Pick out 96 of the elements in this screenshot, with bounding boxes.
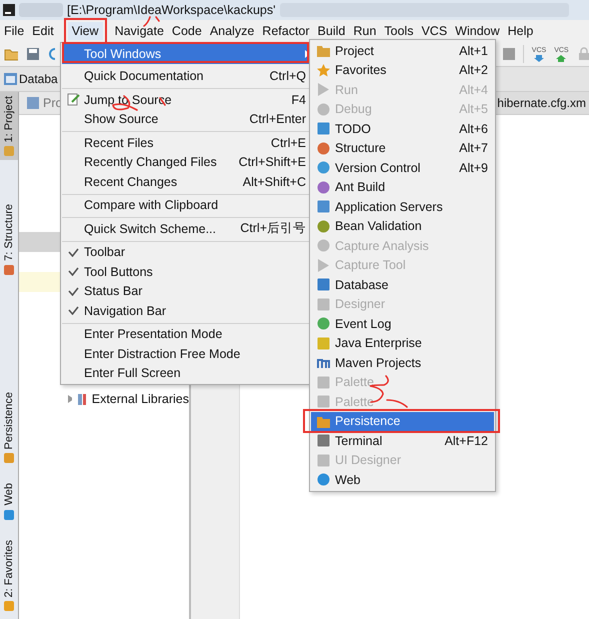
- menu-item[interactable]: Recent Changes Alt+Shift+C: [62, 172, 312, 192]
- tool-window-button[interactable]: 1: Project: [0, 92, 18, 160]
- triangle-icon: [316, 258, 330, 272]
- down-arrow-icon: [534, 54, 544, 62]
- tool-window-button[interactable]: 7: Structure: [0, 200, 18, 280]
- menu-item[interactable]: Favorites Alt+2: [311, 60, 494, 80]
- menu-bar-item[interactable]: Help: [504, 22, 538, 40]
- menu-bar-item[interactable]: Build: [314, 22, 350, 40]
- star-icon: [316, 64, 330, 77]
- circle-icon: [316, 239, 330, 252]
- menu-item[interactable]: Quick Documentation Ctrl+Q: [62, 66, 312, 86]
- menu-item[interactable]: Recent Files Ctrl+E: [62, 133, 312, 152]
- menu-item[interactable]: Maven Projects: [311, 353, 494, 372]
- menu-item[interactable]: Java Enterprise: [311, 334, 494, 353]
- app-icon: [3, 4, 15, 16]
- menu-item[interactable]: Event Log: [311, 314, 494, 334]
- up-arrow-icon: [556, 54, 566, 62]
- menu-item[interactable]: Enter Full Screen: [62, 364, 312, 383]
- circle-icon: [316, 161, 330, 174]
- square-icon: [316, 434, 330, 448]
- database-icon: [4, 73, 17, 85]
- circle-icon: [316, 142, 330, 155]
- stop-icon[interactable]: [502, 47, 515, 61]
- menu-bar-item[interactable]: Tools: [380, 22, 418, 40]
- square-icon: [316, 200, 330, 214]
- tree-item[interactable]: External Libraries: [19, 392, 189, 406]
- menu-item[interactable]: TODO Alt+6: [311, 119, 494, 138]
- square-icon: [4, 146, 14, 156]
- menu-item[interactable]: Enter Distraction Free Mode: [62, 344, 312, 364]
- window-title: [E:\Program\IdeaWorkspace\kackups': [67, 3, 276, 17]
- menu-item[interactable]: Tool Buttons: [62, 262, 312, 282]
- folder-icon[interactable]: [4, 47, 18, 61]
- checkmark-icon: [68, 267, 78, 276]
- square-icon: [4, 453, 14, 464]
- menu-item[interactable]: Database: [311, 275, 494, 294]
- square-icon: [4, 510, 14, 520]
- project-icon: [27, 97, 39, 109]
- menu-item[interactable]: Version Control Alt+9: [311, 158, 494, 178]
- menu-item[interactable]: Web: [311, 470, 494, 490]
- sync-icon[interactable]: [46, 47, 56, 61]
- handwritten-mark: [143, 16, 160, 27]
- checkmark-icon: [68, 248, 78, 257]
- menu-item[interactable]: Quick Switch Scheme... Ctrl+后引号: [62, 219, 312, 238]
- square-icon: [316, 298, 330, 311]
- circle-icon: [316, 473, 330, 486]
- lock-icon[interactable]: [576, 47, 589, 61]
- menu-item[interactable]: Status Bar: [62, 282, 312, 301]
- folder-icon: [316, 44, 330, 58]
- library-icon: [78, 393, 86, 405]
- menu-item[interactable]: Persistence: [311, 412, 494, 431]
- save-icon[interactable]: [26, 47, 39, 61]
- tool-window-button[interactable]: Web: [0, 479, 18, 524]
- circle-icon: [316, 180, 330, 194]
- circle-icon: [316, 317, 330, 330]
- menu-item[interactable]: Toolbar: [62, 242, 312, 262]
- checkmark-icon: [68, 306, 78, 316]
- checkmark-icon: [68, 286, 78, 296]
- navigation-crumb[interactable]: Databa: [4, 72, 58, 86]
- letter-m-icon: [316, 356, 330, 370]
- menu-bar-item[interactable]: View: [68, 22, 103, 40]
- square-icon: [4, 601, 14, 611]
- menu-item[interactable]: Compare with Clipboard: [62, 196, 312, 215]
- blurred-text: [19, 3, 63, 17]
- expand-arrow-icon[interactable]: [67, 395, 72, 403]
- circle-icon: [316, 102, 330, 116]
- menu-bar-item[interactable]: Code: [168, 22, 206, 40]
- tool-window-button[interactable]: Persistence: [0, 388, 18, 468]
- menu-bar-item[interactable]: Edit: [28, 22, 58, 40]
- tool-window-button[interactable]: 2: Favorites: [0, 536, 18, 615]
- square-icon: [316, 395, 330, 408]
- menu-bar-item[interactable]: Window: [451, 22, 504, 40]
- menu-item[interactable]: Structure Alt+7: [311, 138, 494, 158]
- square-icon: [316, 454, 330, 467]
- menu-bar-item[interactable]: Navigate: [110, 22, 168, 40]
- square-icon: [316, 376, 330, 389]
- menu-bar-item[interactable]: VCS: [417, 22, 452, 40]
- square-icon: [4, 265, 14, 276]
- triangle-icon: [316, 83, 330, 96]
- menu-item[interactable]: Application Servers: [311, 197, 494, 216]
- square-icon: [316, 336, 330, 350]
- menu-item[interactable]: Ant Build: [311, 178, 494, 197]
- menu-bar-item[interactable]: Refactor: [258, 22, 314, 40]
- folder-icon: [316, 414, 330, 428]
- menu-item[interactable]: Recently Changed Files Ctrl+Shift+E: [62, 152, 312, 172]
- menu-item[interactable]: Project Alt+1: [311, 41, 494, 60]
- menu-bar-item[interactable]: File: [0, 22, 28, 40]
- circle-icon: [316, 220, 330, 233]
- menu-item[interactable]: Terminal Alt+F12: [311, 431, 494, 450]
- square-icon: [316, 278, 330, 292]
- menu-bar-item[interactable]: Run: [349, 22, 380, 40]
- menu-bar-item[interactable]: Analyze: [206, 22, 258, 40]
- square-icon: [316, 122, 330, 136]
- menu-item[interactable]: Navigation Bar: [62, 301, 312, 320]
- menu-item[interactable]: Bean Validation: [311, 216, 494, 236]
- menu-item[interactable]: Show Source Ctrl+Enter: [62, 110, 312, 129]
- menu-item[interactable]: Enter Presentation Mode: [62, 324, 312, 344]
